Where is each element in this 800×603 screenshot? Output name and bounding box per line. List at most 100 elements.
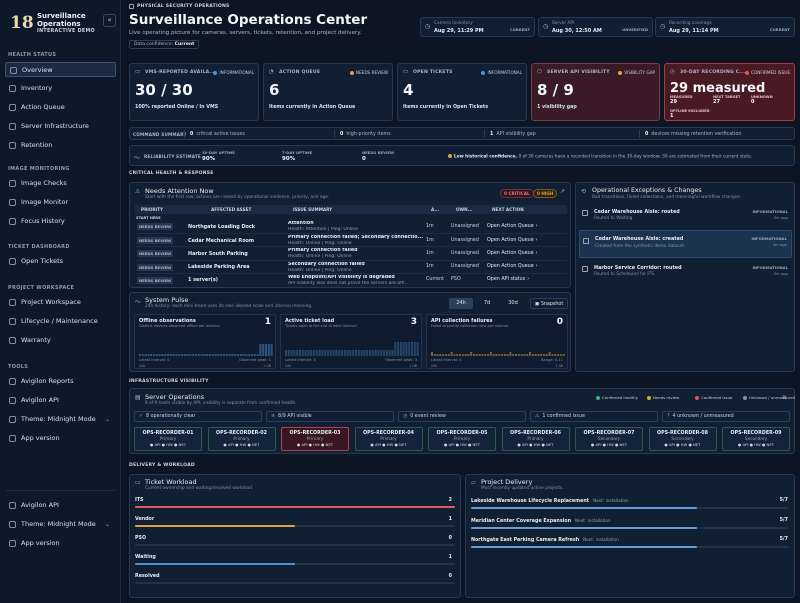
server-host-card[interactable]: OPS-RECORDER-05 Primary ● API ● HW ● NET: [428, 427, 496, 451]
pulse-bar: [175, 354, 178, 356]
server-host-card[interactable]: OPS-RECORDER-07 Secondary ● API ● HW ● NET: [575, 427, 643, 451]
server-host-card[interactable]: OPS-RECORDER-03 Primary ● API ● HW ● NET: [281, 427, 349, 451]
pulse-bar: [253, 354, 256, 356]
attention-row[interactable]: NEEDS REVIEW Northgate Loading Dock Attent…: [135, 220, 567, 233]
project-row[interactable]: Northgate East Parking Camera Refresh Nex…: [471, 537, 791, 551]
summary-item[interactable]: 1 API visibility gap: [490, 132, 536, 137]
server-stat[interactable]: ✓ 8 operationally clear: [134, 411, 262, 422]
server-stat[interactable]: ≋ 8/9 API visible: [266, 411, 394, 422]
sidebar-item-image-checks[interactable]: Image Checks: [5, 176, 116, 191]
next-action-link[interactable]: Open Action Queue ›: [487, 251, 538, 256]
kpi-card[interactable]: ◔ ACTION QUEUE NEEDS REVIEW 6 Items currentl…: [263, 63, 393, 121]
server-stat[interactable]: ? 4 unknown / unmeasured: [662, 411, 790, 422]
attention-row[interactable]: NEEDS REVIEW Harbor South Parking Primary …: [135, 246, 567, 259]
attention-row[interactable]: NEEDS REVIEW Lakeside Parking Area Seconda…: [135, 259, 567, 273]
pulse-end: 1 GB: [263, 364, 271, 368]
sidebar-item-action-queue[interactable]: Action Queue: [5, 100, 116, 115]
column-header[interactable]: OWN...: [456, 207, 472, 212]
column-header[interactable]: A...: [431, 207, 439, 212]
sidebar-item-app-version[interactable]: App version: [5, 431, 116, 446]
column-header[interactable]: AFFECTED ASSET: [211, 207, 251, 212]
summary-item[interactable]: 0 high-priority items: [340, 132, 391, 137]
kpi-card[interactable]: ▭ VMS-REPORTED AVAILA... INFORMATIONAL 30 /…: [129, 63, 259, 121]
sidebar-item-image-monitor[interactable]: Image Monitor: [5, 195, 116, 210]
server-host-card[interactable]: OPS-RECORDER-06 Primary ● API ● HW ● NET: [501, 427, 570, 451]
sidebar-item-retention[interactable]: Retention: [5, 138, 116, 153]
priority-chip: NEEDS REVIEW: [137, 237, 174, 245]
range-tab-24h[interactable]: 24h: [449, 298, 473, 309]
attention-row[interactable]: NEEDS REVIEW 1 server(s) Web Endpoint/API …: [135, 272, 567, 286]
sidebar-item-avigilon-reports[interactable]: Avigilon Reports: [5, 374, 116, 389]
legend-label: Confirmed issue: [701, 395, 733, 400]
next-action-link[interactable]: Open Action Queue ›: [487, 224, 538, 229]
kpi-card[interactable]: ⬡ SERVER API VISIBILITY VISIBILITY GAP 8 / …: [531, 63, 660, 121]
issue-detail: API visibility loss does not prove the s…: [288, 280, 409, 286]
summary-item[interactable]: 0 devices missing retention verification: [645, 132, 741, 137]
server-host-card[interactable]: OPS-RECORDER-04 Primary ● API ● HW ● NET: [354, 427, 423, 451]
sidebar-item-warranty[interactable]: Warranty: [5, 333, 116, 348]
collapse-sidebar-button[interactable]: «: [103, 14, 116, 27]
exception-item[interactable]: Cedar Warehouse Aisle: routed Routed to W…: [579, 206, 792, 228]
sidebar-footer-app-version[interactable]: App version: [5, 536, 116, 551]
server-stat[interactable]: ◷ 0 event review: [398, 411, 526, 422]
server-host-card[interactable]: OPS-RECORDER-01 Primary ● API ● HW ● NET: [134, 427, 202, 451]
server-host-card[interactable]: OPS-RECORDER-02 Primary ● API ● HW ● NET: [207, 427, 276, 451]
pulse-bar: [498, 354, 501, 356]
next-action-link[interactable]: Open Action Queue ›: [487, 264, 538, 269]
column-header[interactable]: PRIORITY: [141, 207, 163, 212]
sidebar-item-project-workspace[interactable]: Project Workspace: [5, 295, 116, 310]
range-tab-30d[interactable]: 30d: [501, 298, 525, 309]
sidebar-item-server-infrastructure[interactable]: Server Infrastructure: [5, 119, 116, 134]
ticket-bar-track: [135, 582, 455, 584]
project-row[interactable]: Lakeside Warehouse Lifecycle Replacement…: [471, 498, 791, 512]
clock-icon: ◷: [660, 23, 666, 30]
status-dot: [618, 71, 623, 75]
column-header[interactable]: ISSUE SUMMARY: [293, 207, 332, 212]
pulse-bar: [473, 354, 475, 356]
next-action-link[interactable]: Open Action Queue ›: [487, 238, 538, 243]
issue-age: 1m: [426, 264, 434, 270]
pulse-bar: [287, 350, 290, 356]
sidebar-item-open-tickets[interactable]: Open Tickets: [5, 254, 116, 269]
project-bar-track: [471, 546, 788, 548]
server-host-card[interactable]: OPS-RECORDER-09 Secondary ● API ● HW ● NET: [722, 427, 790, 451]
pulse-bar: [363, 350, 366, 356]
status-dot: [349, 71, 354, 75]
sidebar-item-inventory[interactable]: Inventory: [5, 81, 116, 96]
pulse-subtitle: 24h history; each mini-trend uses its ow…: [145, 304, 313, 309]
exception-item[interactable]: Cedar Warehouse Aisle: created Created fr…: [579, 230, 792, 258]
project-row[interactable]: Meridian Center Coverage Expansion Next: …: [471, 518, 791, 532]
summary-item[interactable]: 0 critical active issues: [190, 132, 245, 137]
summary-count: 1: [490, 131, 494, 137]
server-stat[interactable]: ⚠ 1 confirmed issue: [530, 411, 658, 422]
page-subtitle: Live operating picture for cameras, serv…: [129, 30, 362, 36]
pulse-bar: [335, 350, 338, 356]
sidebar-item-avigilon-api[interactable]: Avigilon API: [5, 393, 116, 408]
pulse-bar: [459, 354, 461, 356]
project-progress-value: 5/7: [779, 517, 788, 523]
tickets-subtitle: Current ownership and waiting/resolved w…: [145, 486, 254, 491]
sidebar-footer-avigilon-api[interactable]: Avigilon API: [5, 498, 116, 513]
kpi-card[interactable]: ◷ 30-DAY RECORDING C... CONFIRMED ISSUE 29 …: [664, 63, 795, 121]
confidence-value: Current: [174, 42, 195, 47]
sidebar-footer-theme-midnight-mode[interactable]: Theme: Midnight Mode ⌄: [5, 517, 116, 532]
exceptions-card: ⟲ Operational Exceptions & Changes Bad t…: [575, 182, 795, 372]
range-tab-7d[interactable]: 7d: [475, 298, 499, 309]
sidebar-item-overview[interactable]: Overview: [5, 62, 116, 77]
check-icon: ✓: [139, 414, 144, 419]
snapshot-button[interactable]: ▣ Snapshot: [530, 298, 568, 309]
kpi-card[interactable]: ▭ OPEN TICKETS INFORMATIONAL 4 Items current…: [397, 63, 527, 121]
column-header[interactable]: NEXT ACTION: [492, 207, 524, 212]
attention-row[interactable]: NEEDS REVIEW Cedar Mechanical Room Primary…: [135, 233, 567, 246]
badge-critical: 0 CRITICAL: [500, 189, 534, 198]
server-host-card[interactable]: OPS-RECORDER-08 Secondary ● API ● HW ● NET: [648, 427, 717, 451]
needs-attention-card: ⚠ Needs Attention Now Start with the fir…: [129, 182, 571, 288]
pulse-bar: [380, 350, 383, 356]
exception-item[interactable]: Harbor Service Corridor: routed Routed to…: [579, 262, 792, 284]
sidebar-item-focus-history[interactable]: Focus History: [5, 214, 116, 229]
arrow-right-icon: ›: [535, 223, 538, 229]
sidebar-item-theme-midnight-mode[interactable]: Theme: Midnight Mode ⌄: [5, 412, 116, 427]
next-action-link[interactable]: Open API status ›: [487, 277, 529, 282]
expand-icon[interactable]: ↗: [560, 188, 565, 195]
sidebar-item-lifecycle-maintenance[interactable]: Lifecycle / Maintenance: [5, 314, 116, 329]
